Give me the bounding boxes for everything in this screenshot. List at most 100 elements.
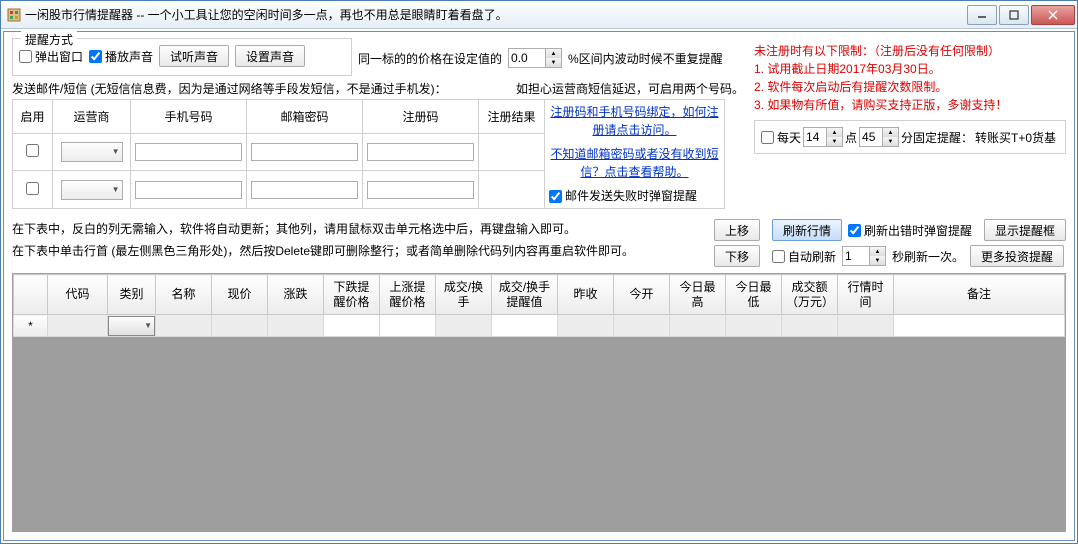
auto-refresh-checkbox[interactable] <box>772 250 785 263</box>
grid-th-code[interactable]: 代码 <box>48 275 108 315</box>
sms-carrier-1[interactable]: ▼ <box>61 142 123 162</box>
sms-regcode-1[interactable] <box>367 143 474 161</box>
interval-spinner[interactable]: ▲▼ <box>870 246 886 266</box>
grid-th-volremind[interactable]: 成交/换手提醒值 <box>492 275 558 315</box>
test-sound-button[interactable]: 试听声音 <box>159 45 229 67</box>
grid-th-prevclose[interactable]: 昨收 <box>558 275 614 315</box>
grid-row-marker[interactable]: * <box>14 315 48 337</box>
sms-enable-2[interactable] <box>26 182 39 195</box>
grid-cell-time[interactable] <box>838 315 894 337</box>
price-range-spinner[interactable]: ▲▼ <box>546 48 562 68</box>
grid-th-vol[interactable]: 成交/换手 <box>436 275 492 315</box>
data-grid[interactable]: 代码 类别 名称 现价 涨跌 下跌提醒价格 上涨提醒价格 成交/换手 成交/换手… <box>13 274 1065 337</box>
grid-th-rowsel[interactable] <box>14 275 48 315</box>
sms-th-regcode: 注册码 <box>363 100 479 134</box>
spin-down-icon[interactable]: ▼ <box>546 58 561 67</box>
grid-cell-remark[interactable] <box>894 315 1065 337</box>
sound-checkbox-label[interactable]: 播放声音 <box>89 48 153 65</box>
grid-th-amount[interactable]: 成交额（万元） <box>782 275 838 315</box>
price-range-input[interactable] <box>508 48 546 68</box>
grid-cell-type[interactable]: ▼ <box>108 315 156 337</box>
grid-th-down[interactable]: 下跌提醒价格 <box>324 275 380 315</box>
grid-cell-price[interactable] <box>212 315 268 337</box>
sound-checkbox[interactable] <box>89 50 102 63</box>
popup-checkbox[interactable] <box>19 50 32 63</box>
sms-carrier-2[interactable]: ▼ <box>61 180 123 200</box>
grid-th-open[interactable]: 今开 <box>614 275 670 315</box>
mailfail-checkbox-label[interactable]: 邮件发送失败时弹窗提醒 <box>549 187 720 205</box>
min-spinner[interactable]: ▲▼ <box>883 127 899 147</box>
grid-cell-volremind[interactable] <box>492 315 558 337</box>
sms-enable-1[interactable] <box>26 144 39 157</box>
close-button[interactable] <box>1031 5 1075 25</box>
fixed-remind-text: 转账买T+0货基 <box>975 129 1056 146</box>
grid-cell-name[interactable] <box>156 315 212 337</box>
spin-up-icon[interactable]: ▲ <box>546 49 561 58</box>
minimize-button[interactable] <box>967 5 997 25</box>
grid-th-change[interactable]: 涨跌 <box>268 275 324 315</box>
sms-mailpwd-1[interactable] <box>251 143 358 161</box>
grid-th-type[interactable]: 类别 <box>108 275 156 315</box>
grid-cell-change[interactable] <box>268 315 324 337</box>
price-range-suffix: %区间内波动时候不重复提醒 <box>568 50 723 67</box>
instruction-1: 在下表中，反白的列无需输入，软件将自动更新；其他列，请用鼠标双击单元格选中后，再… <box>12 219 708 241</box>
help-link[interactable]: 不知道邮箱密码或者没有收到短信？点击查看帮助。 <box>550 147 718 179</box>
grid-th-time[interactable]: 行情时间 <box>838 275 894 315</box>
hour-input[interactable] <box>803 127 827 147</box>
auto-refresh-checkbox-label[interactable]: 自动刷新 <box>772 248 836 265</box>
limits-header: 未注册时有以下限制：（注册后没有任何限制） <box>754 42 1066 60</box>
daily-checkbox[interactable] <box>761 131 774 144</box>
move-up-button[interactable]: 上移 <box>714 219 760 241</box>
sms-th-mailpwd: 邮箱密码 <box>247 100 363 134</box>
popup-checkbox-label[interactable]: 弹出窗口 <box>19 48 83 65</box>
grid-cell-code[interactable] <box>48 315 108 337</box>
type-combo[interactable]: ▼ <box>108 316 155 336</box>
refresh-err-checkbox-label[interactable]: 刷新出错时弹窗提醒 <box>848 222 972 239</box>
mailfail-checkbox[interactable] <box>549 190 562 203</box>
sms-mailpwd-2[interactable] <box>251 181 358 199</box>
refresh-button[interactable]: 刷新行情 <box>772 219 842 241</box>
grid-th-remark[interactable]: 备注 <box>894 275 1065 315</box>
instruction-2: 在下表中单击行首 (最左侧黑色三角形处)，然后按Delete键即可删除整行；或者… <box>12 241 708 263</box>
grid-th-high[interactable]: 今日最高 <box>670 275 726 315</box>
min-input[interactable] <box>859 127 883 147</box>
grid-cell-amount[interactable] <box>782 315 838 337</box>
sms-phone-2[interactable] <box>135 181 242 199</box>
grid-th-name[interactable]: 名称 <box>156 275 212 315</box>
titlebar: 一闲股市行情提醒器 -- 一个小工具让您的空闲时间多一点，再也不用总是眼睛盯着看… <box>1 1 1077 29</box>
grid-cell-up[interactable] <box>380 315 436 337</box>
grid-cell-high[interactable] <box>670 315 726 337</box>
grid-empty-area <box>13 337 1065 517</box>
min-label: 分固定提醒： <box>901 129 973 146</box>
grid-cell-down[interactable] <box>324 315 380 337</box>
grid-cell-prevclose[interactable] <box>558 315 614 337</box>
grid-new-row[interactable]: * ▼ <box>14 315 1065 337</box>
sms-note: 发送邮件/短信 (无短信信息费，因为是通过网络等手段发短信，不是通过手机发)： <box>12 80 447 97</box>
grid-container: 代码 类别 名称 现价 涨跌 下跌提醒价格 上涨提醒价格 成交/换手 成交/换手… <box>12 273 1066 532</box>
grid-th-price[interactable]: 现价 <box>212 275 268 315</box>
refresh-err-checkbox[interactable] <box>848 224 861 237</box>
window-title: 一闲股市行情提醒器 -- 一个小工具让您的空闲时间多一点，再也不用总是眼睛盯着看… <box>25 6 967 23</box>
sms-regcode-2[interactable] <box>367 181 474 199</box>
maximize-button[interactable] <box>999 5 1029 25</box>
sms-phone-1[interactable] <box>135 143 242 161</box>
move-down-button[interactable]: 下移 <box>714 245 760 267</box>
daily-checkbox-label[interactable]: 每天 <box>761 129 801 146</box>
remind-method-legend: 提醒方式 <box>21 31 77 48</box>
interval-input[interactable] <box>842 246 870 266</box>
grid-cell-vol[interactable] <box>436 315 492 337</box>
sms-th-carrier: 运营商 <box>53 100 131 134</box>
sms-worry: 如担心运营商短信延迟，可启用两个号码。 <box>516 80 748 97</box>
register-link[interactable]: 注册码和手机号码绑定，如何注册请点击访问。 <box>550 105 718 137</box>
grid-th-up[interactable]: 上涨提醒价格 <box>380 275 436 315</box>
hour-spinner[interactable]: ▲▼ <box>827 127 843 147</box>
set-sound-button[interactable]: 设置声音 <box>235 45 305 67</box>
grid-th-low[interactable]: 今日最低 <box>726 275 782 315</box>
grid-header-row: 代码 类别 名称 现价 涨跌 下跌提醒价格 上涨提醒价格 成交/换手 成交/换手… <box>14 275 1065 315</box>
chevron-down-icon: ▼ <box>112 185 120 194</box>
grid-cell-open[interactable] <box>614 315 670 337</box>
show-box-button[interactable]: 显示提醒框 <box>984 219 1066 241</box>
grid-cell-low[interactable] <box>726 315 782 337</box>
more-button[interactable]: 更多投资提醒 <box>970 245 1064 267</box>
fixed-remind-panel: 每天 ▲▼ 点 ▲▼ 分固定提醒： 转账买T+0货基 <box>754 120 1066 154</box>
